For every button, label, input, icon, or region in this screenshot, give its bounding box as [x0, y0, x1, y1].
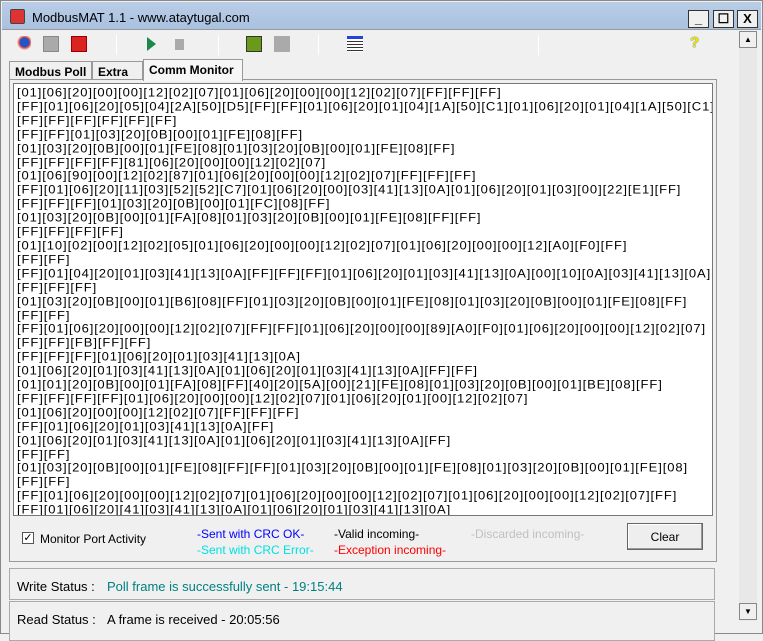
blank-icon[interactable]	[274, 36, 290, 52]
reconnect-icon[interactable]	[43, 36, 59, 52]
log-line: [FF][01][06][20][00][00][12][02][07][FF]…	[17, 321, 707, 336]
write-status-value: Poll frame is successfully sent - 19:15:…	[107, 579, 343, 594]
connect-icon[interactable]	[15, 36, 31, 52]
search-icon[interactable]	[246, 36, 262, 52]
log-line: [FF][FF]	[17, 307, 71, 322]
read-status-label: Read Status :	[17, 612, 96, 627]
log-line: [FF][01][06][20][05][04][2A][50][D5][FF]…	[17, 98, 713, 114]
toolbar-separator	[218, 35, 219, 55]
log-line: [FF][FF][01][03][20][0B][00][01][FE][08]…	[17, 126, 303, 142]
toolbar: ?	[2, 31, 738, 57]
log-line: [FF][FF]	[17, 474, 71, 489]
log-line: [FF][FF][FB][FF][FF]	[17, 335, 152, 350]
log-line: [01][06][20][01][03][41][13][0A][01][06]…	[17, 432, 452, 447]
help-icon[interactable]: ?	[690, 34, 706, 51]
legend-discarded: -Discarded incoming-	[471, 527, 585, 541]
stop-icon[interactable]	[175, 39, 184, 50]
log-line: [FF][FF][FF]	[17, 279, 98, 294]
legend-sent-error: -Sent with CRC Error-	[197, 543, 314, 557]
minimize-button[interactable]: _	[688, 10, 709, 28]
log-line: [FF][01][06][20][01][03][41][13][0A][FF]	[17, 418, 275, 434]
clear-button[interactable]: Clear	[627, 523, 703, 550]
legend-sent-ok: -Sent with CRC OK-	[197, 527, 305, 541]
close-button[interactable]: X	[737, 10, 758, 28]
tab-modbus-poll[interactable]: Modbus Poll	[9, 61, 92, 80]
scroll-down-button[interactable]: ▼	[739, 603, 757, 620]
log-line: [01][03][20][0B][00][01][B6][08][FF][01]…	[17, 293, 688, 308]
log-line: [FF][FF][FF][FF][81][06][20][00][00][12]…	[17, 154, 327, 169]
monitor-port-checkbox[interactable]: ✓	[22, 532, 34, 544]
log-line: [FF][FF][FF][01][06][20][01][03][41][13]…	[17, 349, 301, 364]
monitor-port-label: Monitor Port Activity	[40, 532, 147, 546]
log-line: [01][03][20][0B][00][01][FE][08][FF][FF]…	[17, 460, 688, 475]
write-status-box: Write Status : Poll frame is successfull…	[9, 568, 715, 600]
toolbar-separator	[116, 35, 117, 55]
log-line: [01][03][20][0B][00][01][FA][08][01][03]…	[17, 210, 482, 225]
log-line: [FF][FF][FF][FF]	[17, 224, 124, 239]
toolbar-separator	[538, 35, 539, 55]
title-bar: ModbusMAT 1.1 - www.ataytugal.com _ ☐ X	[2, 2, 761, 30]
read-status-box: Read Status : A frame is received - 20:0…	[9, 601, 715, 641]
log-line: [FF][FF]	[17, 446, 71, 461]
log-line: [01][10][02][00][12][02][05][01][06][20]…	[17, 238, 628, 253]
window-title: ModbusMAT 1.1 - www.ataytugal.com	[32, 10, 250, 25]
legend-exception: -Exception incoming-	[334, 543, 447, 557]
log-line: [FF][FF][FF][FF][FF][FF]	[17, 112, 178, 128]
log-line: [01][03][20][0B][00][01][FE][08][01][03]…	[17, 140, 456, 155]
tab-comm-monitor[interactable]: Comm Monitor	[143, 59, 243, 81]
log-line: [FF][01][06][20][11][03][52][52][C7][01]…	[17, 182, 682, 197]
log-line: [01][06][20][01][03][41][13][0A][01][06]…	[17, 363, 478, 378]
legend-valid: -Valid incoming-	[334, 527, 420, 541]
log-line: [01][01][20][0B][00][01][FA][08][FF][40]…	[17, 377, 663, 392]
list-icon[interactable]	[347, 36, 363, 52]
tab-extra[interactable]: Extra	[92, 61, 143, 80]
read-status-value: A frame is received - 20:05:56	[107, 612, 280, 627]
scroll-up-button[interactable]: ▲	[739, 31, 757, 48]
log-line: [FF][01][04][20][01][03][41][13][0A][FF]…	[17, 265, 713, 281]
main-window: ModbusMAT 1.1 - www.ataytugal.com _ ☐ X …	[0, 0, 763, 641]
log-line: [01][06][20][00][00][12][02][07][01][06]…	[17, 85, 502, 100]
toolbar-separator	[318, 35, 319, 55]
log-line: [01][06][20][00][00][12][02][07][FF][FF]…	[17, 404, 300, 420]
play-icon[interactable]	[147, 37, 156, 51]
write-status-label: Write Status :	[17, 579, 95, 594]
log-line: [FF][FF][FF][FF][01][06][20][00][00][12]…	[17, 390, 529, 406]
vertical-scrollbar[interactable]: ▲ ▼	[739, 31, 757, 621]
log-line: [FF][01][06][20][00][00][12][02][07][01]…	[17, 488, 678, 503]
disconnect-icon[interactable]	[71, 36, 87, 52]
maximize-button[interactable]: ☐	[713, 10, 734, 28]
log-line: [01][06][90][00][12][02][87][01][06][20]…	[17, 168, 477, 183]
log-line: [FF][FF]	[17, 251, 71, 267]
log-line: [FF][FF][FF][01][03][20][0B][00][01][FC]…	[17, 196, 331, 211]
log-textarea[interactable]: [01][06][20][00][00][12][02][07][01][06]…	[13, 83, 713, 516]
log-line: [FF][01][06][20][41][03][41][13][0A][01]…	[17, 502, 452, 516]
app-icon	[10, 9, 25, 24]
